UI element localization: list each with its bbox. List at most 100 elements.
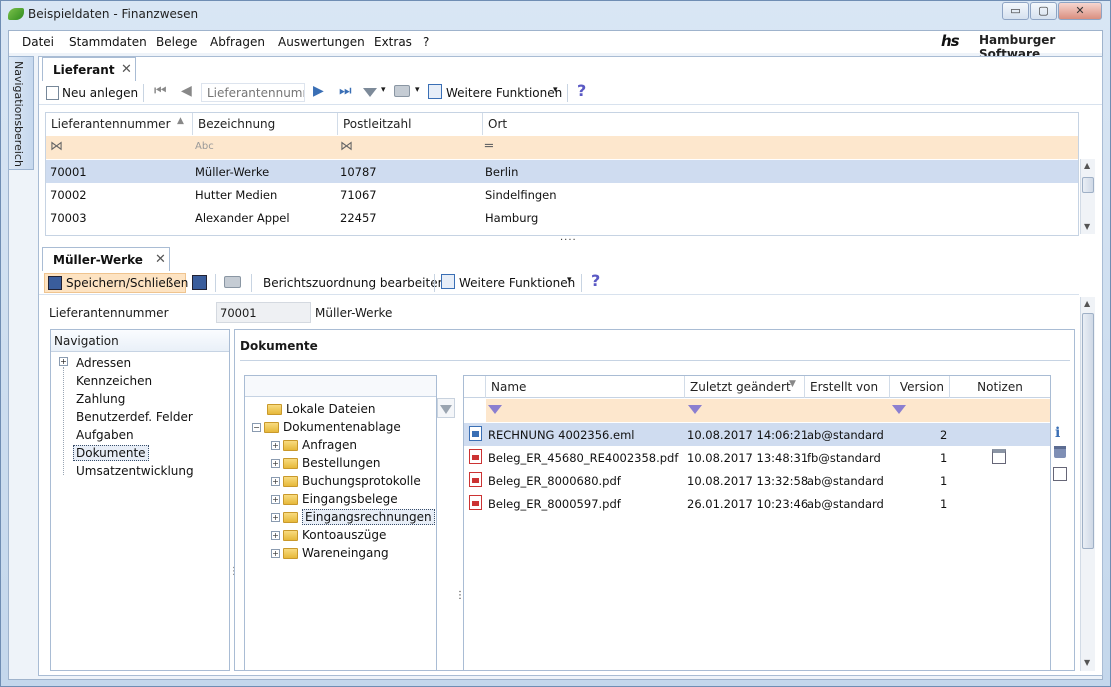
expand-icon[interactable]: + [271,459,280,468]
print-icon[interactable] [224,276,241,288]
scroll-thumb[interactable] [1082,177,1094,193]
expand-icon[interactable]: + [271,531,280,540]
nav-item-benutzerdef-felder[interactable]: Benutzerdef. Felder [76,410,193,424]
expand-icon[interactable]: + [271,549,280,558]
new-button[interactable]: Neu anlegen [62,86,138,100]
scroll-up-icon[interactable]: ▲ [1084,161,1090,170]
help-icon[interactable]: ? [577,81,586,100]
info-icon[interactable]: i [1055,425,1060,441]
note-icon[interactable] [992,449,1006,464]
column-header-zuletzt-geaendert[interactable]: Zuletzt geändert ▼ [685,376,805,398]
splitter-handle-icon[interactable]: ···· [560,235,577,246]
nav-item-adressen[interactable]: Adressen [76,356,131,370]
first-record-icon[interactable]: ⏮ [154,83,167,99]
column-header-ort[interactable]: Ort [483,113,1078,135]
print-icon[interactable] [394,85,410,97]
nav-item-aufgaben[interactable]: Aufgaben [76,428,134,442]
more-functions-button[interactable]: Weitere Funktionen [446,86,562,100]
more-functions-dropdown-icon[interactable]: ▾ [567,275,572,285]
tree-item-lokale-dateien[interactable]: Lokale Dateien [267,402,375,416]
expand-icon[interactable]: + [271,477,280,486]
table-row[interactable]: 70001 Müller-Werke 10787 Berlin [46,160,1078,183]
file-row[interactable]: Beleg_ER_8000680.pdf 10.08.2017 13:32:58… [464,469,1050,492]
more-functions-dropdown-icon[interactable]: ▾ [553,85,558,95]
filter-text-icon[interactable]: Abc [195,141,214,152]
menu-datei[interactable]: Datei [22,35,54,49]
expand-icon[interactable]: + [271,513,280,522]
tree-item-buchungsprotokolle[interactable]: + Buchungsprotokolle [271,474,421,488]
supplier-search-input[interactable] [201,83,305,102]
nav-item-kennzeichen[interactable]: Kennzeichen [76,374,152,388]
scroll-up-icon[interactable]: ▲ [1084,299,1090,308]
tab-close-icon[interactable]: ✕ [121,62,132,77]
filter-contains-icon[interactable]: ⋈ [340,139,353,154]
tree-item-bestellungen[interactable]: + Bestellungen [271,456,380,470]
nav-item-umsatzentwicklung[interactable]: Umsatzentwicklung [76,464,194,478]
save-close-button[interactable]: Speichern/Schließen [44,273,188,293]
expand-icon[interactable]: + [271,441,280,450]
column-header-type[interactable] [464,376,486,398]
column-header-bezeichnung[interactable]: Bezeichnung [193,113,338,135]
table-row[interactable]: 70002 Hutter Medien 71067 Sindelfingen [46,183,1078,206]
preview-icon[interactable] [1053,467,1067,481]
next-record-icon[interactable]: ▶ [313,83,324,99]
tree-item-anfragen[interactable]: + Anfragen [271,438,357,452]
menu-belege[interactable]: Belege [156,35,197,49]
filter-icon[interactable] [892,405,906,414]
help-icon[interactable]: ? [591,271,600,290]
expand-icon[interactable]: + [59,357,68,366]
menu-help[interactable]: ? [423,35,429,49]
report-assignment-button[interactable]: Berichtszuordnung bearbeiten [263,276,445,290]
detail-scrollbar[interactable]: ▲ ▼ [1080,297,1095,671]
last-record-icon[interactable]: ⏭ [339,83,352,99]
filter-icon[interactable] [363,86,377,100]
minimize-button[interactable]: ▭ [1002,2,1029,20]
tree-item-eingangsrechnungen[interactable]: + Eingangsrechnungen [271,509,435,525]
column-header-erstellt-von[interactable]: Erstellt von [805,376,890,398]
filter-dropdown-icon[interactable]: ▾ [381,85,386,95]
filter-row[interactable]: ⋈ Abc ⋈ ═ [46,136,1078,159]
save-icon[interactable] [192,275,207,290]
scroll-down-icon[interactable]: ▼ [1084,222,1090,231]
close-button[interactable]: ✕ [1058,2,1102,20]
tab-mueller-werke[interactable]: Müller-Werke ✕ [42,247,170,271]
menu-abfragen[interactable]: Abfragen [210,35,265,49]
filter-icon[interactable] [688,405,702,414]
print-dropdown-icon[interactable]: ▾ [415,85,420,95]
nav-item-dokumente[interactable]: Dokumente [73,445,149,461]
column-header-postleitzahl[interactable]: Postleitzahl [338,113,483,135]
table-row[interactable]: 70003 Alexander Appel 22457 Hamburg [46,206,1078,229]
file-filter-row[interactable] [486,399,1050,422]
column-header-version[interactable]: Version [890,376,950,398]
filter-equals-icon[interactable]: ═ [485,139,493,154]
file-row[interactable]: Beleg_ER_45680_RE4002358.pdf 10.08.2017 … [464,446,1050,469]
delete-icon[interactable] [1054,446,1066,458]
file-row[interactable]: RECHNUNG 4002356.eml 10.08.2017 14:06:21… [464,423,1050,446]
menu-extras[interactable]: Extras [374,35,412,49]
file-row[interactable]: Beleg_ER_8000597.pdf 26.01.2017 10:23:46… [464,492,1050,515]
filter-contains-icon[interactable]: ⋈ [50,139,63,154]
tree-item-dokumentenablage[interactable]: − Dokumentenablage [252,420,401,434]
tree-item-eingangsbelege[interactable]: + Eingangsbelege [271,492,398,506]
tree-item-wareneingang[interactable]: + Wareneingang [271,546,389,560]
detail-more-functions-button[interactable]: Weitere Funktionen [459,276,575,290]
menu-auswertungen[interactable]: Auswertungen [278,35,365,49]
column-header-notizen[interactable]: Notizen [950,376,1050,398]
column-header-lieferantennummer[interactable]: Lieferantennummer ▲ [46,113,193,135]
tab-lieferant[interactable]: Lieferant ✕ [42,57,136,81]
collapse-icon[interactable]: − [252,423,261,432]
supplier-number-field: 70001 [216,302,311,323]
scroll-thumb[interactable] [1082,313,1094,549]
nav-item-zahlung[interactable]: Zahlung [76,392,125,406]
filter-icon[interactable] [488,405,502,414]
menu-stammdaten[interactable]: Stammdaten [69,35,147,49]
expand-icon[interactable]: + [271,495,280,504]
column-header-name[interactable]: Name [486,376,685,398]
supplier-grid-scrollbar[interactable]: ▲ ▼ [1080,159,1095,234]
previous-record-icon[interactable]: ◀ [181,83,192,99]
tree-item-kontoauszuege[interactable]: + Kontoauszüge [271,528,386,542]
tab-close-icon[interactable]: ✕ [155,252,166,267]
scroll-down-icon[interactable]: ▼ [1084,658,1090,667]
maximize-button[interactable]: ▢ [1030,2,1057,20]
tree-filter-button[interactable] [437,398,455,418]
